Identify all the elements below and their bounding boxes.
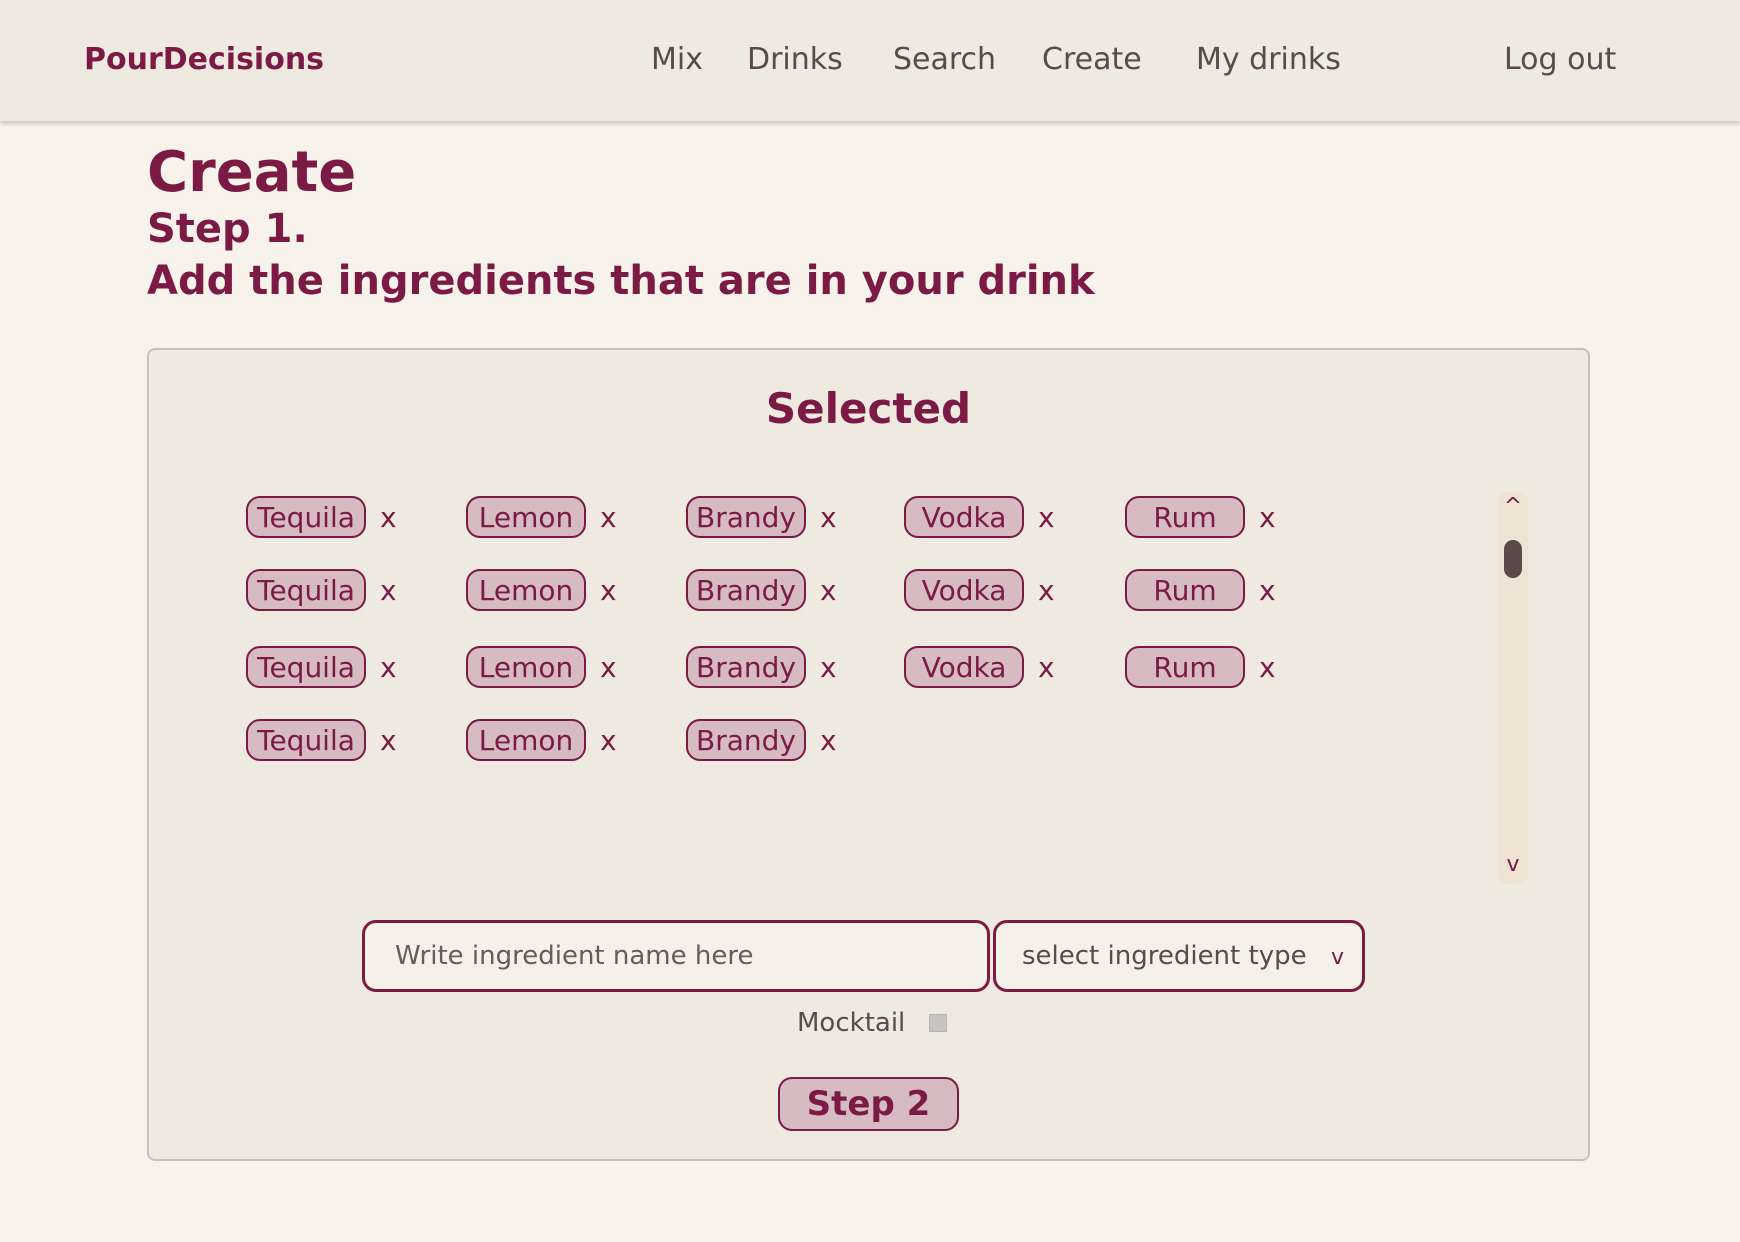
ingredient-chip-label[interactable]: Lemon xyxy=(466,646,586,688)
nav-link-drinks[interactable]: Drinks xyxy=(747,42,843,77)
ingredient-chip-label[interactable]: Vodka xyxy=(904,569,1024,611)
ingredient-type-select[interactable]: select ingredient type v xyxy=(993,920,1365,992)
ingredient-chip-label[interactable]: Lemon xyxy=(466,569,586,611)
ingredient-chip-label[interactable]: Rum xyxy=(1125,496,1245,538)
mocktail-checkbox[interactable] xyxy=(929,1014,947,1032)
ingredient-chip: Vodka x xyxy=(904,496,1055,538)
ingredient-chip: Brandy x xyxy=(686,719,837,761)
ingredient-chip-label[interactable]: Tequila xyxy=(246,719,366,761)
ingredient-chip-label[interactable]: Brandy xyxy=(686,646,806,688)
ingredient-chip: Tequila x xyxy=(246,569,397,611)
ingredient-chip-label[interactable]: Rum xyxy=(1125,646,1245,688)
ingredient-chip: Vodka x xyxy=(904,569,1055,611)
step-instructions: Add the ingredients that are in your dri… xyxy=(147,258,1095,304)
ingredient-chip: Lemon x xyxy=(466,719,617,761)
remove-ingredient-icon[interactable]: x xyxy=(1038,651,1055,684)
ingredient-chip: Brandy x xyxy=(686,496,837,538)
ingredient-chip: Tequila x xyxy=(246,646,397,688)
remove-ingredient-icon[interactable]: x xyxy=(380,724,397,757)
nav-link-create[interactable]: Create xyxy=(1042,42,1142,77)
scrollbar[interactable]: ^ v xyxy=(1498,492,1528,884)
ingredient-chip-label[interactable]: Brandy xyxy=(686,719,806,761)
remove-ingredient-icon[interactable]: x xyxy=(820,651,837,684)
ingredient-chip-label[interactable]: Lemon xyxy=(466,496,586,538)
ingredient-type-placeholder: select ingredient type xyxy=(1022,941,1307,971)
ingredient-chip-label[interactable]: Tequila xyxy=(246,569,366,611)
remove-ingredient-icon[interactable]: x xyxy=(1259,574,1276,607)
step-2-button[interactable]: Step 2 xyxy=(778,1077,959,1131)
brand-logo[interactable]: PourDecisions xyxy=(84,42,324,77)
remove-ingredient-icon[interactable]: x xyxy=(1038,574,1055,607)
remove-ingredient-icon[interactable]: x xyxy=(820,724,837,757)
remove-ingredient-icon[interactable]: x xyxy=(1038,501,1055,534)
ingredient-chip: Brandy x xyxy=(686,569,837,611)
ingredient-chip: Brandy x xyxy=(686,646,837,688)
nav-link-mix[interactable]: Mix xyxy=(651,42,703,77)
remove-ingredient-icon[interactable]: x xyxy=(380,651,397,684)
ingredient-chip-label[interactable]: Brandy xyxy=(686,569,806,611)
remove-ingredient-icon[interactable]: x xyxy=(1259,651,1276,684)
ingredient-chip: Lemon x xyxy=(466,646,617,688)
ingredient-chip-label[interactable]: Lemon xyxy=(466,719,586,761)
scroll-thumb[interactable] xyxy=(1504,540,1522,578)
scroll-down-arrow-icon[interactable]: v xyxy=(1498,852,1528,877)
remove-ingredient-icon[interactable]: x xyxy=(600,724,617,757)
step-heading: Step 1. xyxy=(147,206,308,252)
mocktail-label: Mocktail xyxy=(797,1008,906,1038)
remove-ingredient-icon[interactable]: x xyxy=(1259,501,1276,534)
logout-link[interactable]: Log out xyxy=(1504,42,1616,77)
ingredient-chip: Tequila x xyxy=(246,496,397,538)
ingredient-chip-label[interactable]: Vodka xyxy=(904,496,1024,538)
ingredient-chip-label[interactable]: Vodka xyxy=(904,646,1024,688)
ingredient-chip: Rum x xyxy=(1125,646,1276,688)
ingredient-chip-label[interactable]: Brandy xyxy=(686,496,806,538)
ingredient-chip-label[interactable]: Tequila xyxy=(246,646,366,688)
chevron-down-icon: v xyxy=(1330,945,1344,970)
ingredient-chip-label[interactable]: Tequila xyxy=(246,496,366,538)
top-navbar: PourDecisions Mix Drinks Search Create M… xyxy=(0,0,1740,121)
ingredient-chip-label[interactable]: Rum xyxy=(1125,569,1245,611)
ingredient-chip: Vodka x xyxy=(904,646,1055,688)
ingredient-name-input[interactable] xyxy=(362,920,990,992)
remove-ingredient-icon[interactable]: x xyxy=(600,651,617,684)
remove-ingredient-icon[interactable]: x xyxy=(600,501,617,534)
remove-ingredient-icon[interactable]: x xyxy=(600,574,617,607)
scroll-up-arrow-icon[interactable]: ^ xyxy=(1498,494,1528,519)
remove-ingredient-icon[interactable]: x xyxy=(380,574,397,607)
ingredient-chip: Lemon x xyxy=(466,496,617,538)
nav-link-my-drinks[interactable]: My drinks xyxy=(1196,42,1341,77)
remove-ingredient-icon[interactable]: x xyxy=(820,501,837,534)
ingredient-chip: Tequila x xyxy=(246,719,397,761)
nav-link-search[interactable]: Search xyxy=(893,42,996,77)
create-panel: Selected Tequila x Lemon x Brandy x Vodka x Rum x… xyxy=(147,348,1590,1161)
ingredient-chip: Rum x xyxy=(1125,496,1276,538)
ingredient-chip: Rum x xyxy=(1125,569,1276,611)
ingredient-chip: Lemon x xyxy=(466,569,617,611)
remove-ingredient-icon[interactable]: x xyxy=(380,501,397,534)
page-title: Create xyxy=(147,140,357,205)
remove-ingredient-icon[interactable]: x xyxy=(820,574,837,607)
